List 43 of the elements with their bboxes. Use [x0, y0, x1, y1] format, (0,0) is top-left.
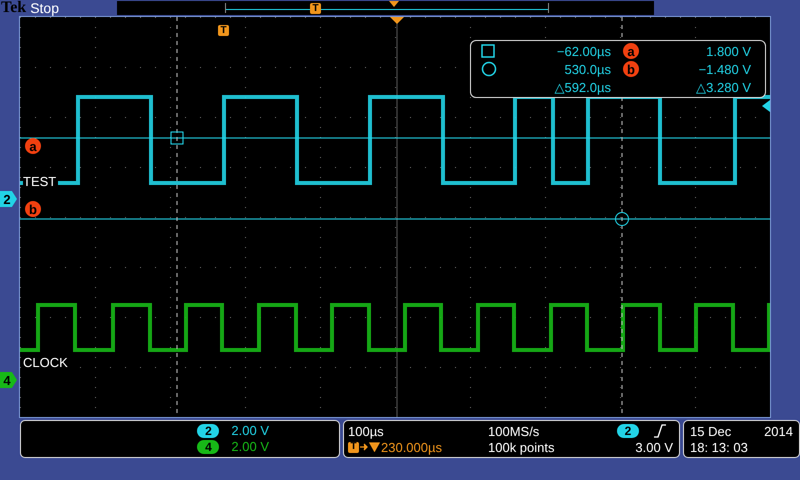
trigger-position-icon: [390, 17, 404, 24]
channel-marker[interactable]: 2: [0, 191, 17, 207]
cursor-time: 530.0µs: [564, 62, 611, 77]
horizontal-trigger-panel[interactable]: 100µs 100MS/s 2 T 230.000µs 100k points 3.00 V: [343, 420, 680, 458]
channel-marker[interactable]: 4: [0, 372, 17, 388]
trigger-marker: T: [310, 3, 322, 14]
rising-edge-icon: [653, 424, 667, 438]
date: 15 Dec: [690, 424, 732, 438]
channel-badge: 2: [197, 424, 220, 438]
brand-logo: Tek: [1, 0, 26, 16]
record-length: 100k points: [488, 440, 556, 454]
cursor-badge: b: [623, 61, 639, 78]
cursor-time-delta: △592.0µs: [554, 80, 611, 95]
vertical-scale: 2.00 V: [231, 440, 269, 454]
cursor-voltage-delta: △3.280 V: [696, 80, 751, 95]
acquisition-status: Stop: [30, 0, 60, 16]
trigger-level: 3.00 V: [635, 440, 673, 454]
trigger-source-badge: 2: [617, 424, 639, 438]
cursor-badge: a: [623, 43, 639, 60]
cursor-marker[interactable]: b: [25, 201, 41, 217]
trigger-marker: T: [218, 25, 229, 36]
trigger-level-icon: [762, 100, 770, 112]
circle-cursor-icon: [481, 61, 497, 78]
horizontal-delay: 230.000µs: [381, 440, 442, 454]
cursor-voltage: 1.800 V: [706, 44, 751, 59]
channel-label: TEST: [23, 174, 58, 189]
arrow-icon: [360, 442, 380, 452]
trigger-marker: T: [348, 442, 359, 452]
square-cursor-icon: [481, 44, 495, 58]
vertical-scale: 2.00 V: [231, 424, 269, 438]
channel-label: CLOCK: [23, 355, 70, 370]
time-scale: 100µs: [348, 424, 385, 438]
cursor-marker[interactable]: a: [25, 138, 41, 154]
trigger-position-icon: [389, 1, 400, 7]
sample-rate: 100MS/s: [488, 424, 540, 438]
cursor-voltage: −1.480 V: [698, 62, 751, 77]
cursor-time: −62.00µs: [556, 44, 611, 59]
circle-cursor-icon[interactable]: [615, 212, 629, 226]
channel-scale-panel[interactable]: 2 2.00 V 4 2.00 V: [20, 420, 340, 458]
time: 18: 13: 03: [690, 440, 749, 454]
square-cursor-icon[interactable]: [170, 132, 184, 144]
channel-badge: 4: [197, 440, 220, 454]
year: 2014: [764, 424, 793, 438]
